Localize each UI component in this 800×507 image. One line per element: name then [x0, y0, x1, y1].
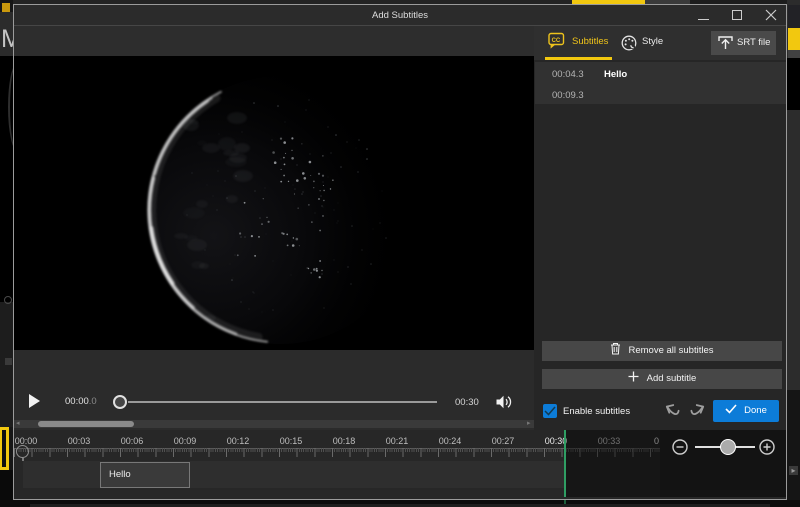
svg-text:CC: CC: [552, 38, 561, 44]
